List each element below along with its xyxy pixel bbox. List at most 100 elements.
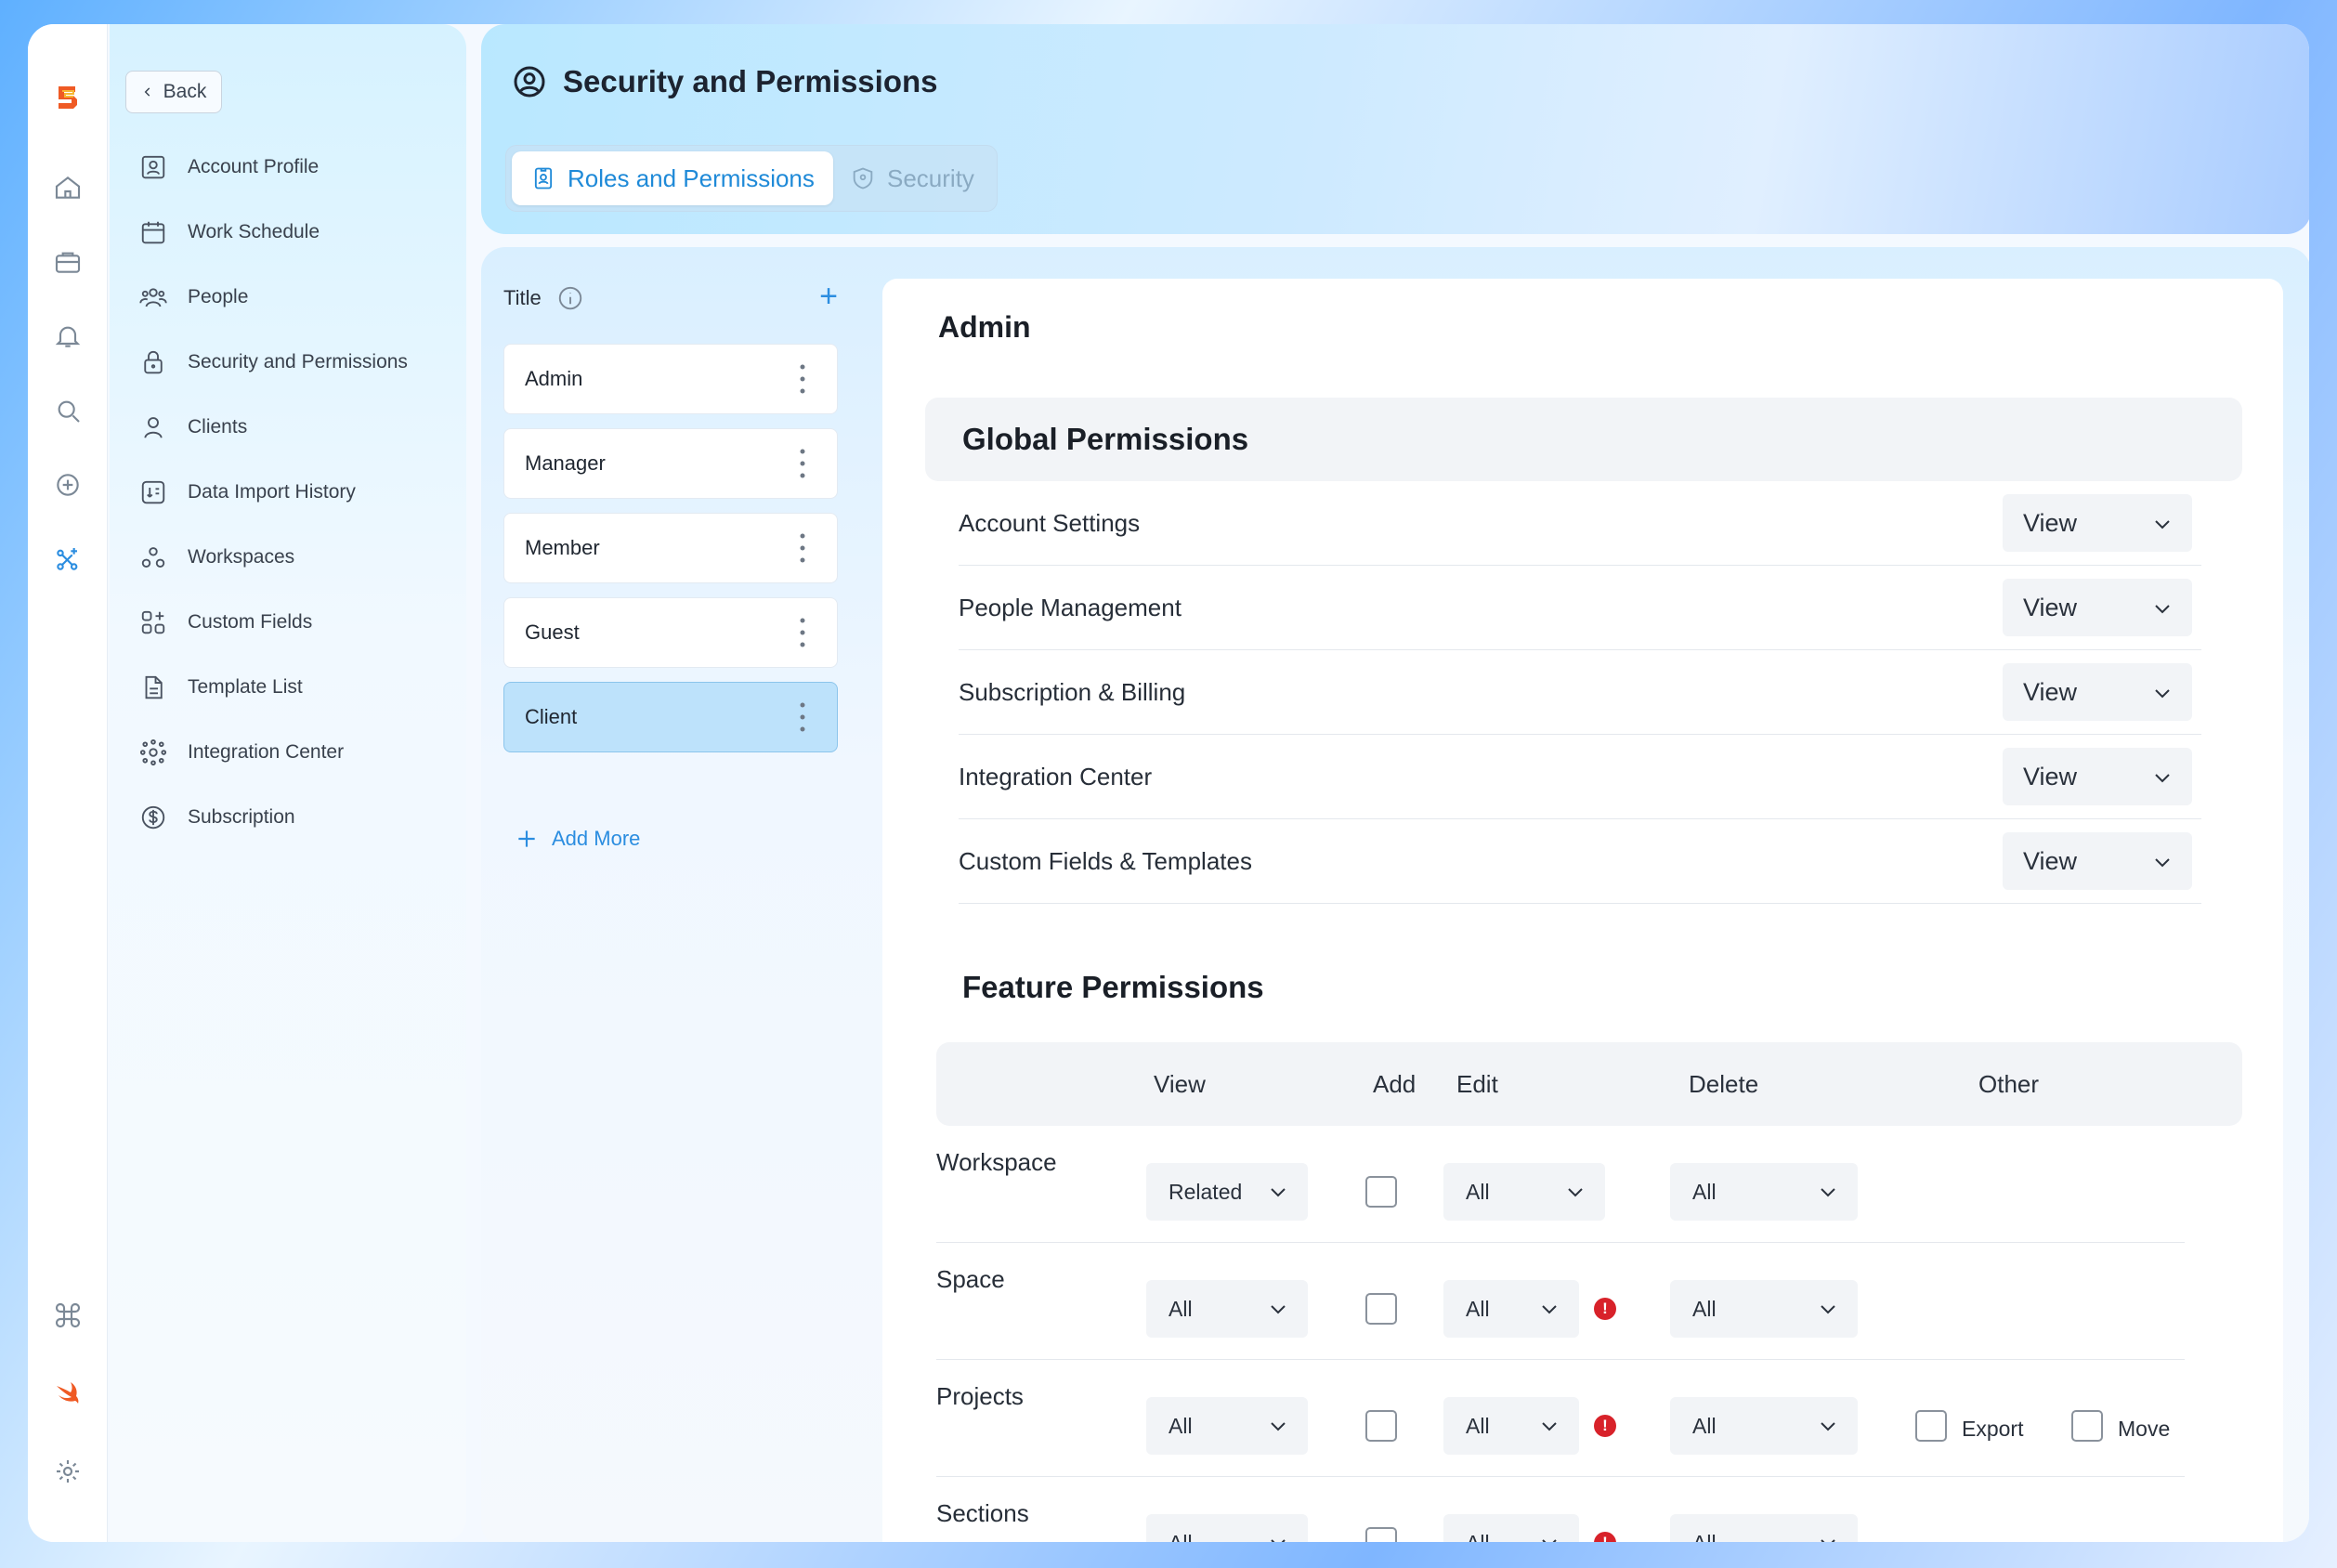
tab-label: Roles and Permissions: [568, 163, 815, 192]
delete-select[interactable]: All: [1670, 1280, 1858, 1338]
chevron-down-icon: [1271, 1305, 1286, 1314]
sidebar-item-subscription[interactable]: Subscription: [139, 794, 446, 841]
sidebar-item-account-profile[interactable]: Account Profile: [139, 144, 446, 190]
page-title-text: Security and Permissions: [563, 64, 938, 98]
more-vertical-icon[interactable]: [800, 532, 805, 564]
view-select[interactable]: All: [1146, 1514, 1308, 1542]
add-checkbox[interactable]: [1365, 1293, 1397, 1325]
select-value: View: [2023, 846, 2078, 875]
more-vertical-icon[interactable]: [800, 617, 805, 648]
delete-select[interactable]: All: [1670, 1397, 1858, 1455]
chevron-down-icon: [1821, 1422, 1835, 1431]
sidebar-item-integration-center[interactable]: Integration Center: [139, 729, 446, 776]
delete-select[interactable]: All: [1670, 1163, 1858, 1221]
feature-label: Workspace: [936, 1148, 1057, 1176]
edit-select[interactable]: All: [1443, 1397, 1579, 1455]
home-icon[interactable]: [51, 171, 85, 204]
view-select[interactable]: All: [1146, 1397, 1308, 1455]
permission-select[interactable]: View: [2003, 748, 2192, 805]
view-select[interactable]: Related: [1146, 1163, 1308, 1221]
briefcase-icon[interactable]: [51, 245, 85, 279]
view-select[interactable]: All: [1146, 1280, 1308, 1338]
more-vertical-icon[interactable]: [800, 448, 805, 479]
feature-label: Sections: [936, 1499, 1029, 1527]
tab-bar: Roles and Permissions Security: [505, 145, 998, 212]
swift-icon[interactable]: [51, 1377, 85, 1410]
more-vertical-icon[interactable]: [800, 701, 805, 733]
role-item-admin[interactable]: Admin: [503, 344, 838, 414]
export-checkbox[interactable]: [1915, 1410, 1947, 1442]
role-label: Admin: [525, 367, 583, 390]
sidebar-item-workspaces[interactable]: Workspaces: [139, 534, 446, 581]
select-value: Related: [1168, 1179, 1243, 1204]
feature-permissions-title: Feature Permissions: [962, 970, 1264, 1004]
add-checkbox[interactable]: [1365, 1410, 1397, 1442]
add-role-button[interactable]: +: [819, 281, 838, 312]
move-checkbox[interactable]: [2071, 1410, 2103, 1442]
chevron-left-icon: [144, 87, 150, 97]
select-value: All: [1168, 1531, 1193, 1543]
permission-select[interactable]: View: [2003, 494, 2192, 552]
settings-gear-icon[interactable]: [51, 1455, 85, 1488]
permission-label: Account Settings: [959, 508, 1141, 537]
permission-select[interactable]: View: [2003, 832, 2192, 890]
sidebar-item-work-schedule[interactable]: Work Schedule: [139, 209, 446, 255]
global-permissions-title: Global Permissions: [962, 422, 1249, 456]
integrations-icon[interactable]: [51, 542, 85, 576]
custom-fields-icon: [141, 610, 165, 634]
roles-heading: Title: [503, 286, 542, 309]
tab-label: Security: [887, 163, 974, 192]
info-icon[interactable]: [556, 284, 584, 312]
user-icon: [144, 417, 163, 438]
chevron-down-icon: [1542, 1539, 1557, 1542]
sidebar-item-custom-fields[interactable]: Custom Fields: [139, 599, 446, 646]
feature-row-workspace: Workspace Related All All: [936, 1126, 2185, 1243]
more-vertical-icon[interactable]: [800, 363, 805, 395]
permission-select[interactable]: View: [2003, 579, 2192, 636]
delete-select[interactable]: All: [1670, 1514, 1858, 1542]
document-icon: [145, 675, 163, 699]
feature-permissions-header: View Add Edit Delete Other: [936, 1042, 2242, 1126]
chevron-down-icon: [1271, 1539, 1286, 1542]
shield-icon: [853, 167, 873, 189]
edit-select[interactable]: All: [1443, 1280, 1579, 1338]
permission-select[interactable]: View: [2003, 663, 2192, 721]
sidebar-item-label: Subscription: [188, 806, 295, 828]
sidebar-item-data-import-history[interactable]: Data Import History: [139, 469, 446, 516]
role-item-client[interactable]: Client: [503, 682, 838, 752]
integration-icon: [139, 738, 167, 766]
lock-icon: [144, 350, 163, 374]
role-item-manager[interactable]: Manager: [503, 428, 838, 499]
bell-icon[interactable]: [51, 320, 85, 353]
sidebar-item-clients[interactable]: Clients: [139, 404, 446, 451]
tab-security[interactable]: Security: [850, 151, 974, 205]
edit-select[interactable]: All: [1443, 1163, 1605, 1221]
add-checkbox[interactable]: [1365, 1176, 1397, 1208]
permissions-panel: Admin Global Permissions Account Setting…: [882, 279, 2283, 1542]
import-icon: [141, 480, 165, 504]
sidebar-item-label: People: [188, 286, 249, 307]
add-checkbox[interactable]: [1365, 1527, 1397, 1542]
edit-select[interactable]: All: [1443, 1514, 1579, 1542]
command-icon[interactable]: [51, 1299, 85, 1332]
add-circle-icon[interactable]: [51, 468, 85, 502]
feature-row-sections: Sections All All ! All: [936, 1477, 2185, 1542]
role-label: Member: [525, 536, 600, 559]
calendar-icon: [141, 221, 165, 244]
back-button[interactable]: Back: [125, 71, 222, 113]
role-item-guest[interactable]: Guest: [503, 597, 838, 668]
col-other: Other: [1978, 1070, 2040, 1098]
sidebar-item-label: Workspaces: [188, 546, 295, 568]
search-icon[interactable]: [51, 394, 85, 427]
sidebar-item-security[interactable]: Security and Permissions: [139, 339, 446, 385]
tab-roles-and-permissions[interactable]: Roles and Permissions: [512, 151, 833, 205]
add-more-button[interactable]: Add More: [515, 827, 640, 851]
feature-row-projects: Projects All All ! All Export Move: [936, 1360, 2185, 1477]
global-permission-row: Custom Fields & Templates View: [959, 819, 2201, 904]
sidebar-item-label: Custom Fields: [188, 611, 313, 633]
sidebar-item-template-list[interactable]: Template List: [139, 664, 446, 711]
global-permission-row: People Management View: [959, 566, 2201, 650]
sidebar-item-people[interactable]: People: [139, 274, 446, 320]
role-item-member[interactable]: Member: [503, 513, 838, 583]
warning-icon: !: [1594, 1298, 1616, 1320]
